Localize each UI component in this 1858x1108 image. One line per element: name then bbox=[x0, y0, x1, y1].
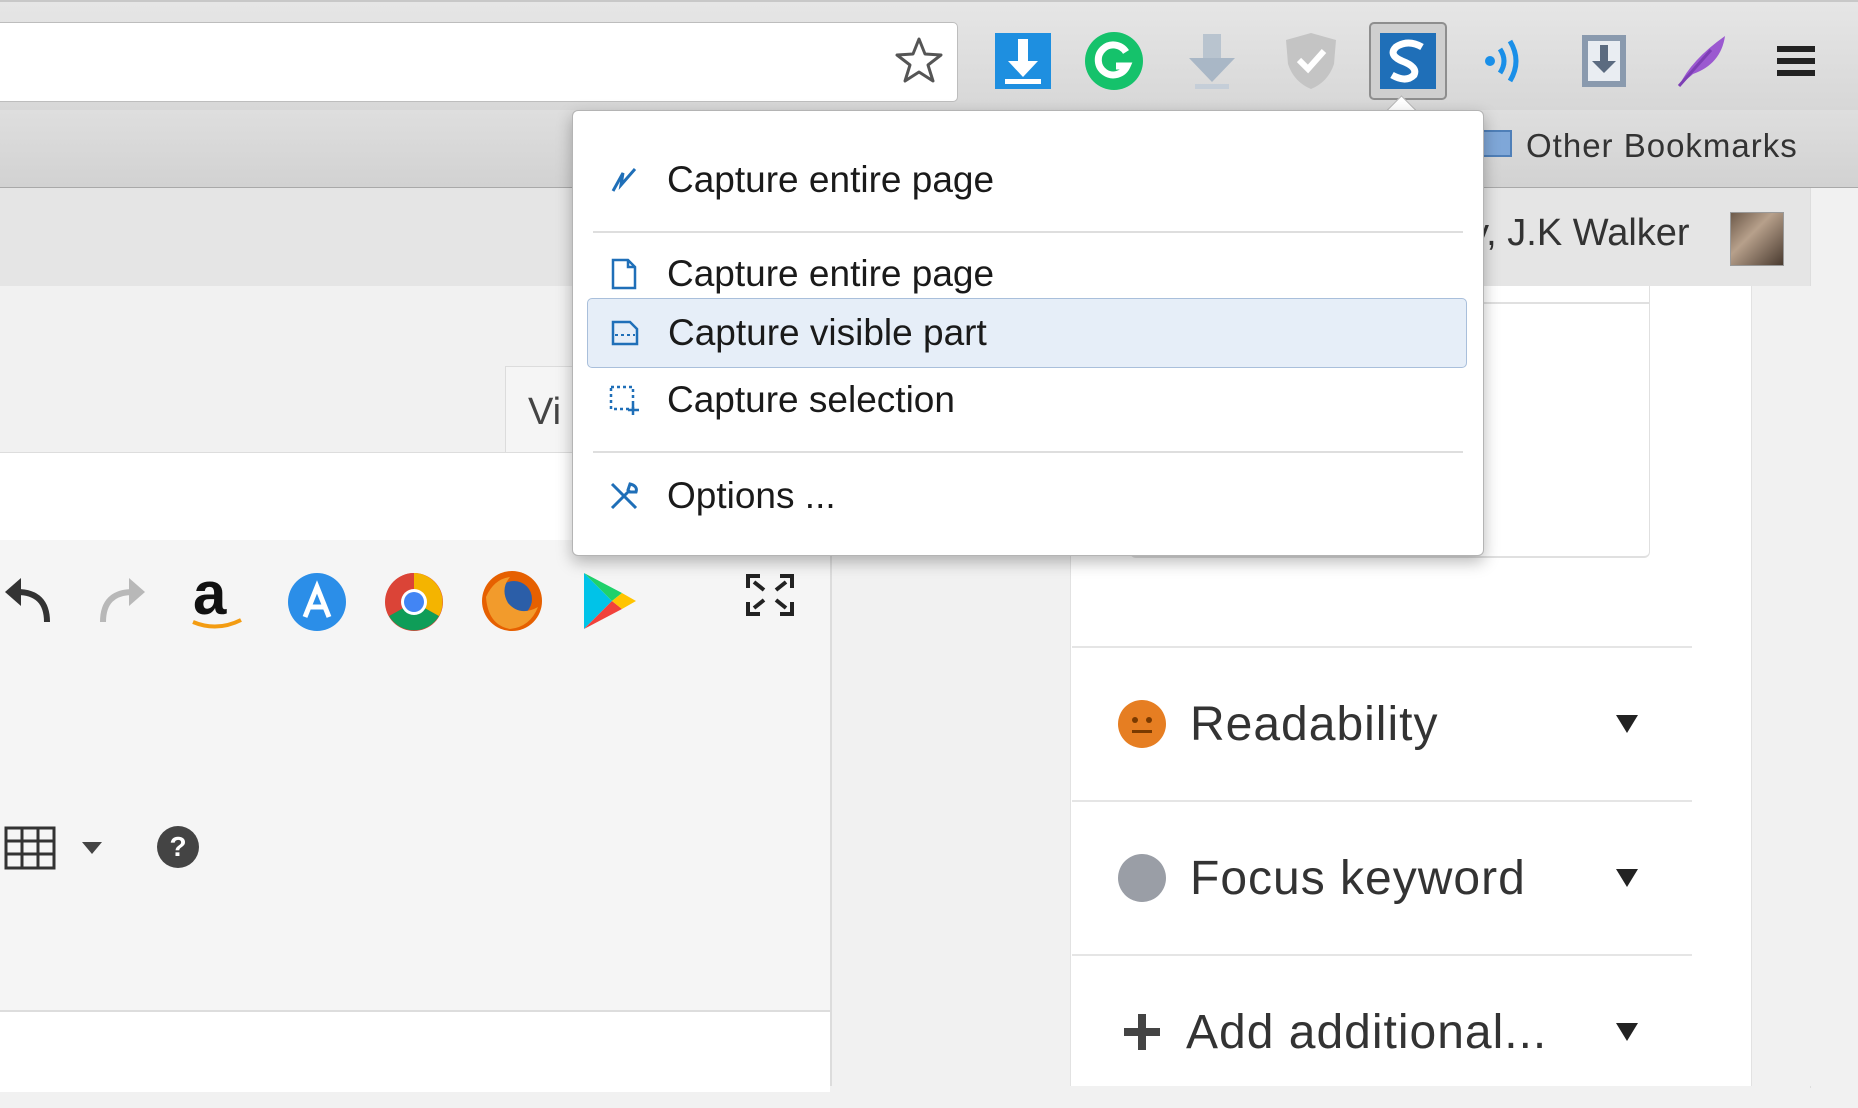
chevron-down-icon[interactable] bbox=[1616, 869, 1638, 887]
folder-icon bbox=[1480, 127, 1512, 165]
menu-item-capture-selection[interactable]: Capture selection bbox=[587, 365, 1467, 435]
help-icon[interactable]: ? bbox=[153, 822, 203, 872]
page-icon bbox=[607, 257, 641, 291]
download-blue-icon[interactable] bbox=[989, 27, 1057, 95]
amazon-icon[interactable]: a bbox=[183, 566, 253, 636]
address-bar[interactable] bbox=[0, 22, 958, 102]
menu-item-options[interactable]: Options ... bbox=[587, 461, 1467, 531]
fullscreen-icon[interactable] bbox=[740, 570, 800, 620]
menu-item-label: Capture entire page bbox=[667, 159, 995, 200]
menu-item-capture-entire-page-streak[interactable]: Capture entire page bbox=[587, 145, 1467, 215]
menu-item-capture-visible-part[interactable]: Capture visible part bbox=[587, 298, 1467, 368]
capture-menu: Capture entire page Capture entire page … bbox=[572, 110, 1484, 556]
seo-row-label: Focus keyword bbox=[1190, 851, 1526, 905]
menu-divider bbox=[593, 231, 1463, 233]
table-icon[interactable] bbox=[0, 822, 60, 874]
other-bookmarks-label: Other Bookmarks bbox=[1526, 127, 1798, 164]
menu-divider bbox=[593, 451, 1463, 453]
sound-waves-icon[interactable] bbox=[1472, 27, 1540, 95]
other-bookmarks[interactable]: Other Bookmarks bbox=[1480, 124, 1798, 168]
chevron-down-icon[interactable] bbox=[76, 832, 108, 864]
plus-icon bbox=[1122, 1012, 1162, 1052]
seo-row-readability[interactable]: Readability bbox=[1072, 646, 1692, 800]
menu-item-label: Capture visible part bbox=[668, 312, 987, 353]
chrome-icon[interactable] bbox=[382, 570, 446, 634]
play-store-icon[interactable] bbox=[576, 568, 642, 634]
capture-entire-page-streak-icon bbox=[607, 163, 641, 197]
menu-item-label: Options ... bbox=[667, 475, 836, 516]
focus-keyword-status-icon bbox=[1118, 854, 1166, 902]
shield-check-icon[interactable] bbox=[1277, 27, 1345, 95]
avatar[interactable] bbox=[1730, 212, 1784, 266]
feather-icon[interactable] bbox=[1668, 27, 1736, 95]
bookmark-star-icon[interactable] bbox=[893, 35, 945, 87]
download-box-icon[interactable] bbox=[1570, 27, 1638, 95]
svg-text:a: a bbox=[193, 566, 227, 627]
seo-row-label: Readability bbox=[1190, 697, 1439, 751]
selection-icon bbox=[607, 383, 641, 417]
grammarly-icon[interactable] bbox=[1080, 27, 1148, 95]
readability-status-icon bbox=[1118, 700, 1166, 748]
download-arrow-icon[interactable] bbox=[1178, 27, 1246, 95]
menu-item-label: Capture selection bbox=[667, 379, 955, 420]
menu-item-label: Capture entire page bbox=[667, 253, 995, 294]
redo-icon[interactable] bbox=[92, 570, 152, 630]
screenshot-s-icon[interactable] bbox=[1369, 22, 1447, 100]
seo-row-focus-keyword[interactable]: Focus keyword bbox=[1072, 800, 1692, 954]
tools-icon bbox=[607, 479, 641, 513]
menu-hamburger-icon[interactable] bbox=[1762, 27, 1830, 95]
seo-row-label: Add additional... bbox=[1186, 1005, 1548, 1059]
seo-row-add-additional[interactable]: Add additional... bbox=[1072, 954, 1692, 1108]
visible-part-icon bbox=[608, 316, 642, 350]
chevron-down-icon[interactable] bbox=[1616, 715, 1638, 733]
app-store-icon[interactable] bbox=[285, 570, 349, 634]
user-greeting[interactable]: y, J.K Walker bbox=[1470, 212, 1690, 255]
chevron-down-icon[interactable] bbox=[1616, 1023, 1638, 1041]
firefox-icon[interactable] bbox=[479, 568, 545, 634]
undo-icon[interactable] bbox=[0, 570, 56, 630]
svg-text:?: ? bbox=[169, 831, 186, 862]
